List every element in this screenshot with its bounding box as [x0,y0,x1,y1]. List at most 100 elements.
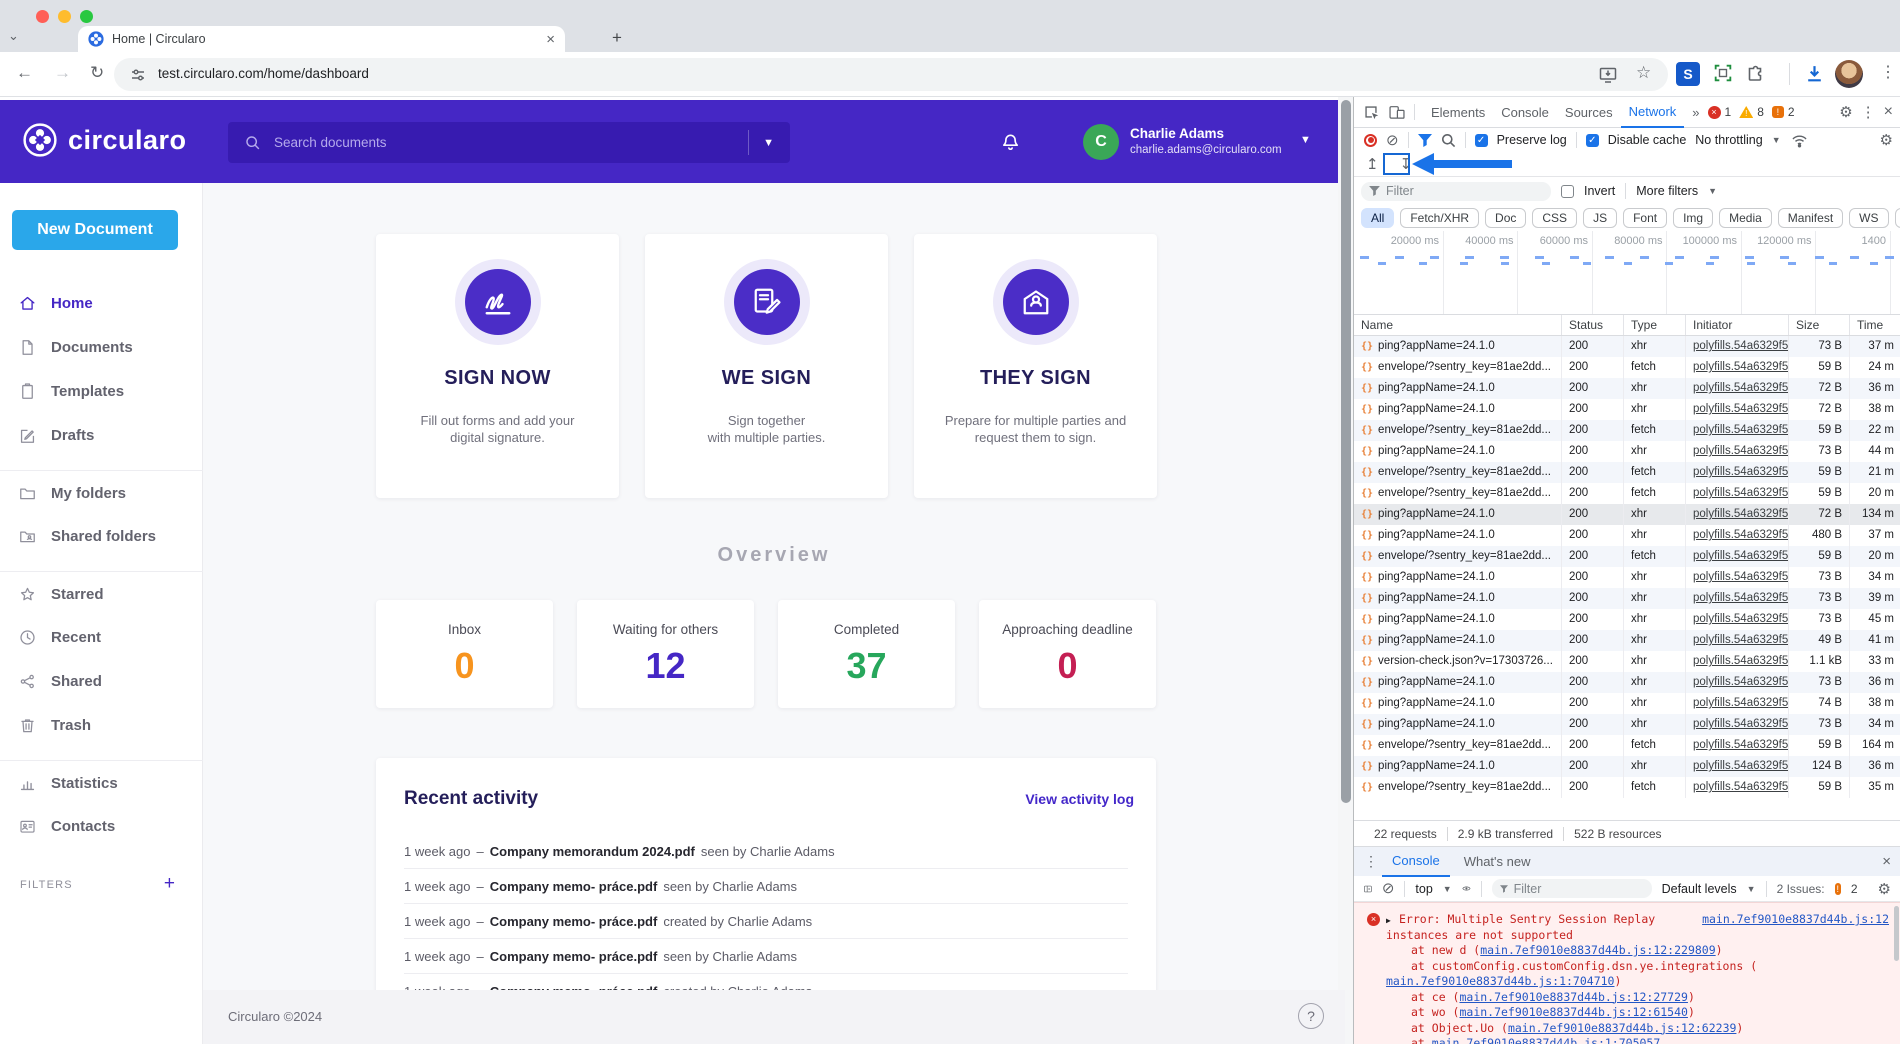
devtools-tab[interactable]: Network [1621,97,1685,128]
notifications-bell-icon[interactable] [999,131,1022,154]
error-badge[interactable]: ×1 [1708,105,1732,119]
stack-frame-link[interactable]: main.7ef9010e8837d44b.js:12:229809 [1480,943,1715,957]
clear-console-icon[interactable]: ⊘ [1382,881,1395,896]
browser-menu-icon[interactable]: ⋮ [1880,62,1896,82]
network-column-header[interactable]: Type [1623,315,1685,335]
tab-search-chevron-icon[interactable]: ⌄ [8,28,19,44]
activity-file-name[interactable]: Company memo- práce.pdf [490,949,658,964]
context-chevron-icon[interactable]: ▼ [1443,884,1452,894]
stat-card[interactable]: Inbox 0 [376,600,553,708]
resource-filter-chip[interactable]: All [1361,208,1394,228]
issues-count-label[interactable]: 2 Issues: [1777,882,1825,896]
network-request-row[interactable]: {}ping?appName=24.1.0 200 xhr polyfills.… [1354,609,1900,630]
devtools-settings-icon[interactable]: ⚙ [1839,103,1852,121]
levels-chevron-icon[interactable]: ▼ [1747,884,1756,894]
sidebar-item[interactable]: My folders [0,470,203,514]
issues-badge[interactable]: !2 [1772,105,1795,119]
new-tab-button[interactable]: + [612,28,622,48]
resource-filter-chip[interactable]: Img [1673,208,1713,228]
network-request-row[interactable]: {}envelope/?sentry_key=81ae2dd... 200 fe… [1354,420,1900,441]
network-column-header[interactable]: Size [1788,315,1849,335]
devtools-tab[interactable]: Console [1493,97,1557,128]
back-button[interactable]: ← [16,63,33,83]
console-error-message[interactable]: × ▶ Error: Multiple Sentry Session Repla… [1354,912,1900,928]
network-request-row[interactable]: {}ping?appName=24.1.0 200 xhr polyfills.… [1354,714,1900,735]
search-bar[interactable]: ▼ [228,122,790,163]
initiator-link[interactable]: polyfills.54a6329f5 [1693,718,1788,730]
network-column-header[interactable]: Time [1849,315,1900,335]
bookmark-star-icon[interactable]: ☆ [1636,63,1651,83]
network-request-row[interactable]: {}envelope/?sentry_key=81ae2dd... 200 fe… [1354,546,1900,567]
stat-card[interactable]: Approaching deadline 0 [979,600,1156,708]
console-scrollbar-thumb[interactable] [1894,906,1899,961]
network-request-row[interactable]: {}ping?appName=24.1.0 200 xhr polyfills.… [1354,756,1900,777]
network-column-header[interactable]: Initiator [1685,315,1788,335]
stack-frame-link[interactable]: main.7ef9010e8837d44b.js:1:705057 [1432,1036,1660,1044]
sidebar-item[interactable]: Drafts [0,413,203,457]
network-request-row[interactable]: {}envelope/?sentry_key=81ae2dd... 200 fe… [1354,462,1900,483]
initiator-link[interactable]: polyfills.54a6329f5 [1693,571,1788,583]
network-request-row[interactable]: {}ping?appName=24.1.0 200 xhr polyfills.… [1354,693,1900,714]
stat-card[interactable]: Completed 37 [778,600,955,708]
initiator-link[interactable]: polyfills.54a6329f5 [1693,697,1788,709]
activity-file-name[interactable]: Company memo- práce.pdf [490,914,658,929]
invert-checkbox[interactable] [1561,185,1574,198]
network-column-header[interactable]: Name [1354,315,1561,335]
browser-tab[interactable]: Home | Circularo × [78,26,565,52]
sidebar-item[interactable]: Trash [0,703,203,747]
initiator-link[interactable]: polyfills.54a6329f5 [1693,781,1788,793]
drawer-tab-console[interactable]: Console [1382,847,1450,877]
network-request-row[interactable]: {}ping?appName=24.1.0 200 xhr polyfills.… [1354,630,1900,651]
more-filters-chevron-icon[interactable]: ▼ [1708,186,1717,196]
reload-button[interactable]: ↻ [90,63,104,83]
throttling-chevron-icon[interactable]: ▼ [1772,135,1781,145]
maximize-window-button[interactable] [80,10,93,23]
initiator-link[interactable]: polyfills.54a6329f5 [1693,760,1788,772]
stack-frame-link[interactable]: main.7ef9010e8837d44b.js:12:27729 [1459,990,1687,1004]
network-filter-input-pill[interactable] [1361,182,1551,201]
resource-filter-chip[interactable]: Media [1719,208,1772,228]
resource-filter-chip[interactable]: CSS [1532,208,1577,228]
search-input[interactable] [274,135,742,150]
live-expression-eye-icon[interactable] [1462,882,1471,895]
initiator-link[interactable]: polyfills.54a6329f5 [1693,739,1788,751]
initiator-link[interactable]: polyfills.54a6329f5 [1693,403,1788,415]
page-scrollbar-thumb[interactable] [1341,100,1351,803]
more-filters-button[interactable]: More filters [1636,184,1698,198]
initiator-link[interactable]: polyfills.54a6329f5 [1693,655,1788,667]
initiator-link[interactable]: polyfills.54a6329f5 [1693,592,1788,604]
sidebar-item[interactable]: Contacts [0,804,203,848]
activity-file-name[interactable]: Company memo- práce.pdf [490,879,658,894]
install-app-icon[interactable] [1598,65,1618,85]
network-request-row[interactable]: {}version-check.json?v=17303726... 200 x… [1354,651,1900,672]
search-network-icon[interactable] [1441,133,1456,148]
initiator-link[interactable]: polyfills.54a6329f5 [1693,529,1788,541]
downloads-icon[interactable] [1804,63,1825,84]
network-request-row[interactable]: {}ping?appName=24.1.0 200 xhr polyfills.… [1354,588,1900,609]
network-filter-input[interactable] [1386,184,1516,198]
log-levels-select[interactable]: Default levels [1662,882,1737,896]
inspect-element-icon[interactable] [1362,103,1380,121]
more-tabs-icon[interactable]: » [1692,105,1699,120]
view-activity-log-link[interactable]: View activity log [1025,791,1134,807]
sidebar-item[interactable]: Templates [0,369,203,413]
add-filter-button[interactable]: + [164,873,175,895]
record-network-log-icon[interactable] [1364,134,1377,147]
close-window-button[interactable] [36,10,49,23]
console-context-select[interactable]: top [1415,882,1432,896]
device-toolbar-icon[interactable] [1388,103,1406,121]
preserve-log-checkbox[interactable]: ✓ [1475,134,1488,147]
initiator-link[interactable]: polyfills.54a6329f5 [1693,445,1788,457]
network-request-row[interactable]: {}ping?appName=24.1.0 200 xhr polyfills.… [1354,504,1900,525]
network-request-row[interactable]: {}ping?appName=24.1.0 200 xhr polyfills.… [1354,399,1900,420]
initiator-link[interactable]: polyfills.54a6329f5 [1693,382,1788,394]
network-request-row[interactable]: {}envelope/?sentry_key=81ae2dd... 200 fe… [1354,357,1900,378]
error-source-link[interactable]: main.7ef9010e8837d44b.js:12 [1702,912,1889,928]
profile-avatar[interactable] [1835,60,1863,88]
network-request-row[interactable]: {}ping?appName=24.1.0 200 xhr polyfills.… [1354,378,1900,399]
console-filter-pill[interactable] [1492,879,1652,898]
network-settings-icon[interactable]: ⚙ [1880,131,1900,149]
clear-network-log-icon[interactable]: ⊘ [1386,133,1399,148]
stack-frame-link[interactable]: main.7ef9010e8837d44b.js:12:62239 [1508,1021,1736,1035]
sidebar-item[interactable]: Documents [0,325,203,369]
